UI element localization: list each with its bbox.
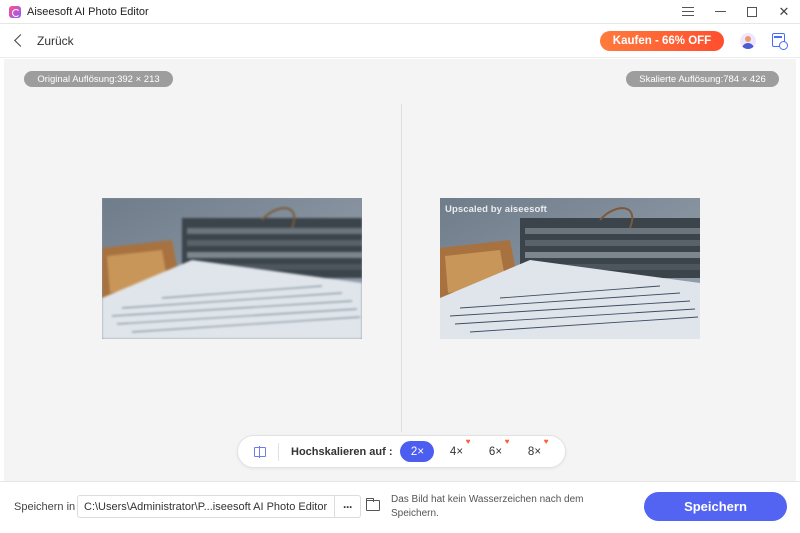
- back-button[interactable]: Zurück: [12, 34, 74, 48]
- app-title: Aiseesoft AI Photo Editor: [27, 5, 149, 18]
- scaled-resolution-badge: Skalierte Auflösung:784 × 426: [626, 71, 779, 87]
- save-in-label: Speichern in: [14, 501, 76, 513]
- close-button[interactable]: ✕: [768, 0, 800, 24]
- window-controls: ✕: [672, 0, 800, 24]
- close-icon: ✕: [778, 3, 790, 19]
- menu-icon: [682, 7, 694, 16]
- scale-option-label: 8×: [527, 445, 542, 458]
- watermark-text: Upscaled by aiseesoft: [445, 204, 547, 215]
- scale-option-6x[interactable]: 6× ♥: [478, 437, 512, 462]
- chevron-left-icon: [14, 34, 27, 47]
- preview-area: Original Auflösung:392 × 213 Skalierte A…: [4, 59, 796, 481]
- maximize-button[interactable]: [736, 0, 768, 24]
- compare-view-icon[interactable]: [254, 445, 266, 458]
- user-avatar-icon[interactable]: [740, 33, 756, 49]
- scale-option-8x[interactable]: 8× ♥: [517, 437, 551, 462]
- watermark-note: Das Bild hat kein Wasserzeichen nach dem…: [391, 494, 584, 519]
- open-folder-icon[interactable]: [366, 498, 380, 511]
- buy-button[interactable]: Kaufen - 66% OFF: [600, 31, 724, 51]
- scale-option-4x[interactable]: 4× ♥: [439, 437, 473, 462]
- upscale-label: Hochskalieren auf :: [291, 445, 393, 458]
- original-image: [102, 198, 362, 339]
- premium-heart-icon: ♥: [465, 437, 471, 446]
- maximize-icon: [747, 6, 757, 17]
- header-bar: Zurück Kaufen - 66% OFF: [0, 24, 800, 58]
- browse-more-button[interactable]: ···: [334, 496, 360, 517]
- back-label: Zurück: [37, 33, 74, 48]
- app-logo-icon: [9, 5, 21, 18]
- toolbar-separator: [278, 442, 279, 461]
- output-path-field[interactable]: C:\Users\Administrator\P...iseesoft AI P…: [77, 495, 361, 518]
- title-bar: Aiseesoft AI Photo Editor ✕: [0, 0, 800, 24]
- premium-heart-icon: ♥: [543, 437, 549, 446]
- save-button[interactable]: Speichern: [644, 492, 787, 521]
- schedule-icon[interactable]: [772, 33, 788, 50]
- menu-button[interactable]: [672, 0, 704, 24]
- output-path-value: C:\Users\Administrator\P...iseesoft AI P…: [84, 500, 328, 513]
- premium-heart-icon: ♥: [504, 437, 510, 446]
- upscaled-image: Upscaled by aiseesoft: [440, 198, 700, 339]
- preview-divider: [401, 104, 402, 432]
- footer-bar: Speichern in C:\Users\Administrator\P...…: [0, 481, 800, 533]
- upscale-toolbar: Hochskalieren auf : 2× 4× ♥ 6× ♥ 8× ♥: [237, 435, 566, 468]
- scale-option-2x[interactable]: 2×: [400, 441, 435, 462]
- scale-option-label: 6×: [488, 445, 503, 458]
- minimize-button[interactable]: [704, 0, 736, 24]
- minimize-icon: [714, 10, 726, 13]
- scale-option-label: 2×: [410, 445, 425, 458]
- scale-option-label: 4×: [449, 445, 464, 458]
- original-resolution-badge: Original Auflösung:392 × 213: [24, 71, 173, 87]
